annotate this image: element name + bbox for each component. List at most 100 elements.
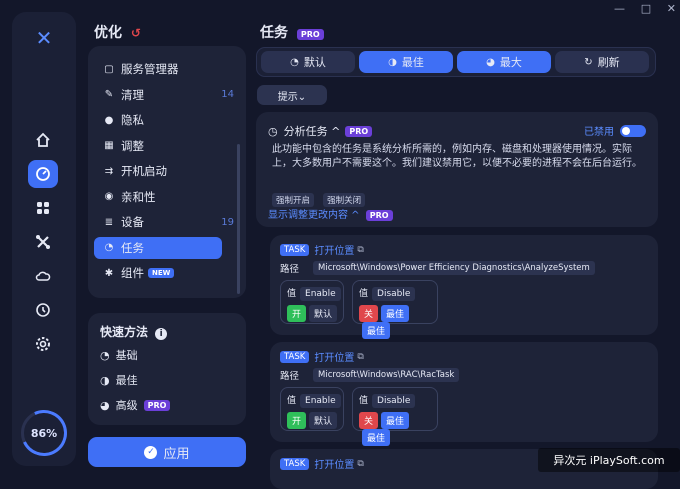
menu-item-count: 14 <box>221 89 234 100</box>
menu-item-7[interactable]: ◔ 任务 <box>94 236 222 259</box>
grid-icon: ▦ <box>104 140 114 151</box>
mode-icon: ◕ <box>486 56 495 68</box>
quick-method-1[interactable]: ◑ 最佳 <box>100 372 138 388</box>
task-icon: ◔ <box>104 242 114 253</box>
open-location-link[interactable]: 打开位置 <box>314 456 354 471</box>
force-on-tag[interactable]: 强制开启 <box>272 193 315 207</box>
task-path-row: 路径 Microsoft\Windows\RAC\RacTask <box>280 368 460 382</box>
mode-button-3[interactable]: ↻ 刷新 <box>555 51 649 73</box>
menu-item-count: 19 <box>221 216 234 228</box>
menu-item-1[interactable]: ✎ 清理 14 <box>94 84 234 106</box>
settings-gear-icon[interactable] <box>28 330 58 358</box>
enable-value-box[interactable]: 值 Enable 开默认 <box>280 280 344 324</box>
off-chip: 关 <box>359 412 379 429</box>
quick-pro-badge: PRO <box>143 399 171 411</box>
cloud-icon[interactable] <box>28 262 58 290</box>
menu-item-2[interactable]: ● 隐私 <box>94 109 222 131</box>
menu-scrollbar[interactable] <box>237 144 240 294</box>
best-chip: 最佳 <box>381 412 410 429</box>
quick-method-0[interactable]: ◔ 基础 <box>100 347 138 363</box>
menu-item-6[interactable]: ≣ 设备 19 <box>94 211 234 233</box>
value-label: 值 <box>359 396 369 406</box>
task-header: TASK 打开位置 ⧉ <box>280 349 364 364</box>
broom-icon: ✎ <box>104 89 114 100</box>
force-off-tag[interactable]: 强制关闭 <box>323 193 366 207</box>
page-title: 任务 PRO <box>260 22 324 42</box>
quick-methods-title: 快速方法 i <box>100 323 168 340</box>
mode-label: 默认 <box>303 56 326 69</box>
show-changes-link[interactable]: 显示调整更改内容 ^ PRO <box>268 206 393 221</box>
mode-button-2[interactable]: ◕ 最大 <box>457 51 551 73</box>
task-header: TASK 打开位置 ⧉ <box>280 456 364 471</box>
clock-icon: ◷ <box>268 124 278 138</box>
disable-value-box[interactable]: 值 Disable 关最佳最佳 <box>352 387 438 446</box>
value-label: 值 <box>287 289 297 299</box>
task-card: TASK 打开位置 ⧉ 路径 Microsoft\Windows\Power Effic… <box>270 235 658 339</box>
hint-dropdown[interactable]: 提示⌄ <box>257 85 327 105</box>
menu-item-8[interactable]: ✱ 组件 NEW <box>94 262 222 284</box>
show-changes-text[interactable]: 显示调整更改内容 ^ <box>268 210 360 221</box>
check-icon: ✓ <box>144 445 158 459</box>
mode-icon: ◔ <box>290 56 299 68</box>
nav-rail: ✕ 86% <box>12 12 76 466</box>
menu-item-label: 设备 <box>121 215 144 229</box>
disable-value-box[interactable]: 值 Disable 关最佳最佳 <box>352 280 438 339</box>
window-controls: — □ ✕ <box>614 2 676 15</box>
menu-item-label: 开机启动 <box>121 164 167 178</box>
section-title-text: 优化 <box>94 25 122 41</box>
speed-icon: ◕ <box>100 398 110 412</box>
info-icon[interactable]: i <box>155 328 168 340</box>
optimize-icon[interactable] <box>28 160 58 188</box>
pro-badge: PRO <box>296 29 324 40</box>
quick-method-2[interactable]: ◕ 高级 PRO <box>100 397 171 413</box>
apps-icon[interactable] <box>28 194 58 222</box>
disable-toggle[interactable] <box>620 124 646 137</box>
close-button[interactable]: ✕ <box>667 2 676 15</box>
refresh-icon[interactable]: ↺ <box>131 26 141 40</box>
menu-item-5[interactable]: ◉ 亲和性 <box>94 186 222 208</box>
task-path-row: 路径 Microsoft\Windows\Power Efficiency Dia… <box>280 261 595 275</box>
menu-item-0[interactable]: ▢ 服务管理器 <box>94 58 222 80</box>
home-icon[interactable] <box>28 126 58 154</box>
watermark: 异次元 iPlaySoft.com <box>538 448 680 472</box>
enable-value-box[interactable]: 值 Enable 开默认 <box>280 387 344 431</box>
path-label: 路径 <box>280 371 300 382</box>
open-location-link[interactable]: 打开位置 <box>314 242 354 257</box>
maximize-button[interactable]: □ <box>641 2 651 15</box>
disable-chip: Disable <box>372 287 416 301</box>
task-card: TASK 打开位置 ⧉ 路径 Microsoft\Windows\RAC\RacTask… <box>270 342 658 446</box>
open-location-link[interactable]: 打开位置 <box>314 349 354 364</box>
speed-icon: ◑ <box>100 373 110 387</box>
apply-button[interactable]: ✓ 应用 <box>88 437 246 467</box>
tools-icon[interactable] <box>28 228 58 256</box>
usage-gauge: 86% <box>21 410 67 456</box>
quick-title-text: 快速方法 <box>100 325 149 339</box>
task-tag: TASK <box>280 457 310 470</box>
path-value: Microsoft\Windows\Power Efficiency Diagn… <box>313 261 595 275</box>
mode-label: 最佳 <box>401 56 424 69</box>
external-link-icon[interactable]: ⧉ <box>357 352 363 362</box>
card-header: ◷ 分析任务 ^ PRO <box>268 123 373 139</box>
card-title[interactable]: 分析任务 ^ <box>284 123 341 139</box>
mode-button-0[interactable]: ◔ 默认 <box>261 51 355 73</box>
menu-item-label: 隐私 <box>121 113 144 127</box>
menu-item-label: 任务 <box>121 240 144 255</box>
speed-icon: ◔ <box>100 348 110 362</box>
on-chip: 开 <box>287 305 307 322</box>
menu-item-label: 清理 <box>121 87 144 102</box>
menu-item-label: 服务管理器 <box>121 62 179 76</box>
external-link-icon[interactable]: ⧉ <box>357 245 363 255</box>
menu-item-4[interactable]: ⇉ 开机启动 <box>94 160 222 182</box>
quick-methods-panel: 快速方法 i ◔ 基础 ◑ 最佳 ◕ 高级 PRO <box>88 313 246 425</box>
path-value: Microsoft\Windows\RAC\RacTask <box>313 368 460 382</box>
quick-method-label: 最佳 <box>115 374 138 387</box>
enable-chip: Enable <box>300 394 341 408</box>
page-title-text: 任务 <box>260 25 288 41</box>
minimize-button[interactable]: — <box>614 2 625 15</box>
menu-item-3[interactable]: ▦ 调整 <box>94 135 222 157</box>
history-icon[interactable] <box>28 296 58 324</box>
mode-button-1[interactable]: ◑ 最佳 <box>359 51 453 73</box>
best-chip: 最佳 <box>381 305 410 322</box>
external-link-icon[interactable]: ⧉ <box>357 459 363 469</box>
device-icon: ≣ <box>104 216 114 228</box>
